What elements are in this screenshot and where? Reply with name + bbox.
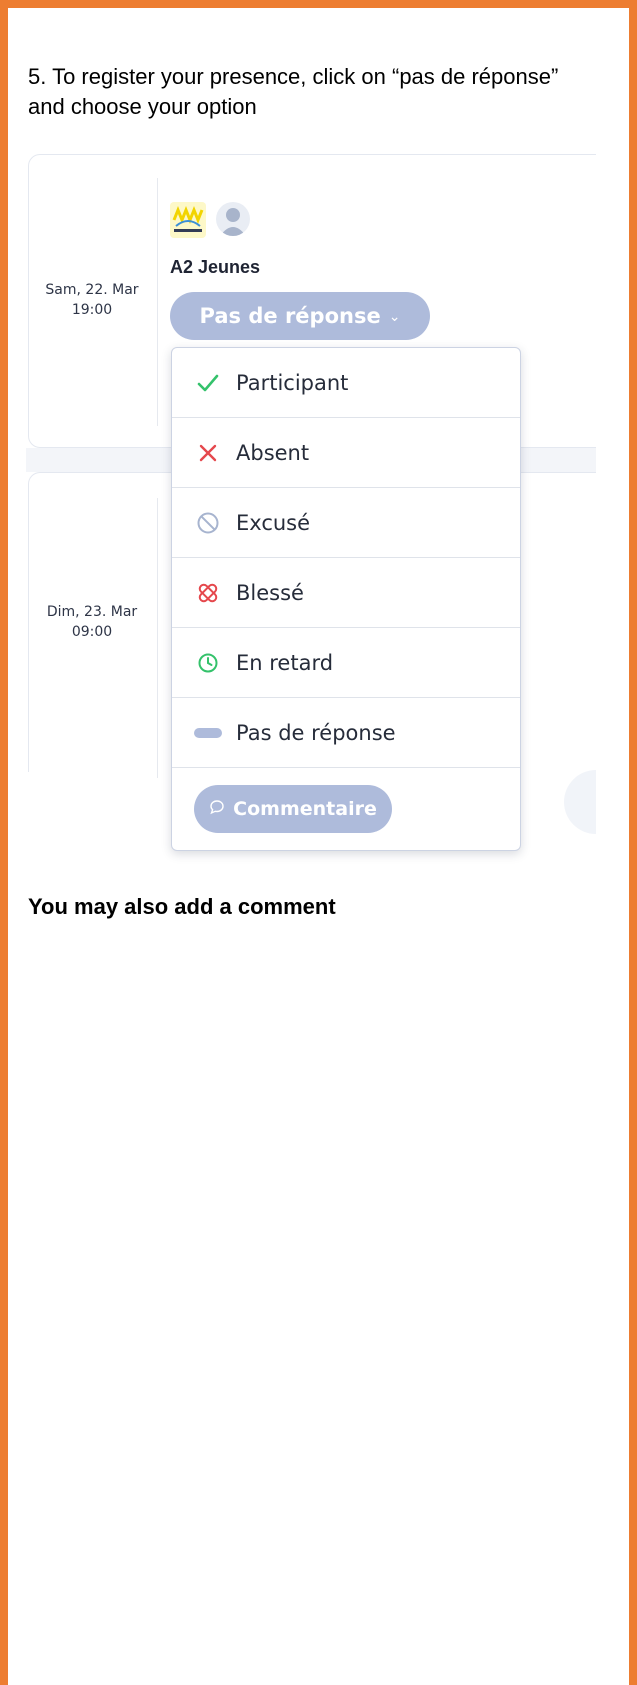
- event-date: Dim, 23. Mar 09:00: [26, 602, 158, 642]
- option-label: En retard: [236, 650, 334, 675]
- response-dropdown-button[interactable]: Pas de réponse ⌄: [170, 292, 430, 340]
- checkmark-icon: [194, 369, 222, 397]
- clock-icon: [194, 649, 222, 677]
- app-screenshot: Sam, 22. Mar 19:00 Dim, 23. Mar 09:00 A2…: [26, 154, 596, 874]
- event-date: Sam, 22. Mar 19:00: [26, 280, 158, 320]
- footer-text: You may also add a comment: [28, 894, 336, 919]
- response-options-menu: Participant Absent Excusé Blessé En reta…: [171, 347, 521, 851]
- bandage-icon: [194, 579, 222, 607]
- option-label: Blessé: [236, 580, 304, 605]
- page-frame: 5. To register your presence, click on “…: [0, 0, 637, 1685]
- option-label: Excusé: [236, 510, 311, 535]
- dash-icon: [194, 719, 222, 747]
- option-en-retard[interactable]: En retard: [172, 628, 520, 698]
- cross-icon: [194, 439, 222, 467]
- chevron-down-icon: ⌄: [388, 309, 401, 325]
- event-time: 09:00: [71, 624, 113, 640]
- option-participant[interactable]: Participant: [172, 348, 520, 418]
- response-label: Pas de réponse: [199, 304, 381, 328]
- event-date-day: Dim, 23. Mar: [46, 604, 138, 620]
- comment-button[interactable]: Commentaire: [194, 785, 392, 833]
- option-blesse[interactable]: Blessé: [172, 558, 520, 628]
- user-avatar: [216, 202, 250, 236]
- speech-bubble-icon: [209, 798, 225, 820]
- comment-label: Commentaire: [233, 798, 377, 820]
- team-logo: [170, 202, 206, 238]
- option-label: Participant: [236, 370, 349, 395]
- option-label: Absent: [236, 440, 310, 465]
- prohibited-icon: [194, 509, 222, 537]
- option-label: Pas de réponse: [236, 720, 396, 745]
- instruction-text: 5. To register your presence, click on “…: [28, 64, 559, 119]
- option-absent[interactable]: Absent: [172, 418, 520, 488]
- comment-area: Commentaire: [172, 768, 520, 850]
- team-name: A2 Jeunes: [170, 257, 261, 277]
- option-pas-de-reponse[interactable]: Pas de réponse: [172, 698, 520, 768]
- event-date-day: Sam, 22. Mar: [45, 282, 139, 298]
- option-excuse[interactable]: Excusé: [172, 488, 520, 558]
- event-time: 19:00: [71, 302, 113, 318]
- floating-circle: [564, 770, 596, 834]
